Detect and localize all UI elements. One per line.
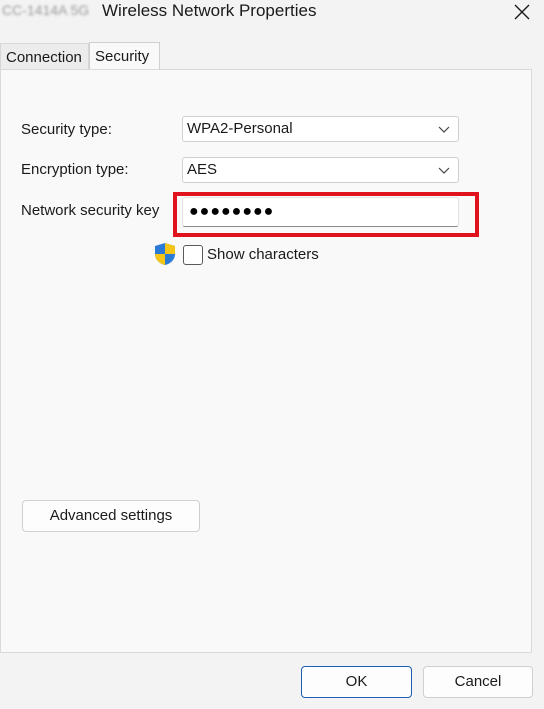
security-type-value: WPA2-Personal <box>187 120 293 137</box>
tab-bar: Connection Security <box>0 42 544 70</box>
security-type-label: Security type: <box>21 121 112 138</box>
close-button[interactable] <box>500 0 544 24</box>
close-icon <box>514 4 530 20</box>
cancel-button[interactable]: Cancel <box>423 666 533 698</box>
title-bar: CC-1414A 5G Wireless Network Properties <box>0 0 544 30</box>
tab-connection[interactable]: Connection <box>0 43 89 70</box>
tab-security[interactable]: Security <box>89 42 160 70</box>
advanced-settings-button[interactable]: Advanced settings <box>22 500 200 532</box>
encryption-type-dropdown[interactable]: AES <box>182 157 459 183</box>
chevron-down-icon <box>438 126 450 133</box>
window-title: Wireless Network Properties <box>102 1 317 20</box>
network-security-key-label: Network security key <box>21 202 160 219</box>
encryption-type-label: Encryption type: <box>21 161 129 178</box>
show-characters-checkbox[interactable] <box>183 245 203 265</box>
security-type-dropdown[interactable]: WPA2-Personal <box>182 116 459 142</box>
chevron-down-icon <box>438 167 450 174</box>
wireless-properties-window: CC-1414A 5G Wireless Network Properties … <box>0 0 544 709</box>
encryption-type-value: AES <box>187 161 218 178</box>
highlight-box <box>173 192 479 237</box>
network-name-blurred: CC-1414A 5G <box>2 2 90 18</box>
show-characters-label[interactable]: Show characters <box>207 246 319 263</box>
ok-button[interactable]: OK <box>301 666 412 698</box>
shield-icon <box>155 243 175 265</box>
